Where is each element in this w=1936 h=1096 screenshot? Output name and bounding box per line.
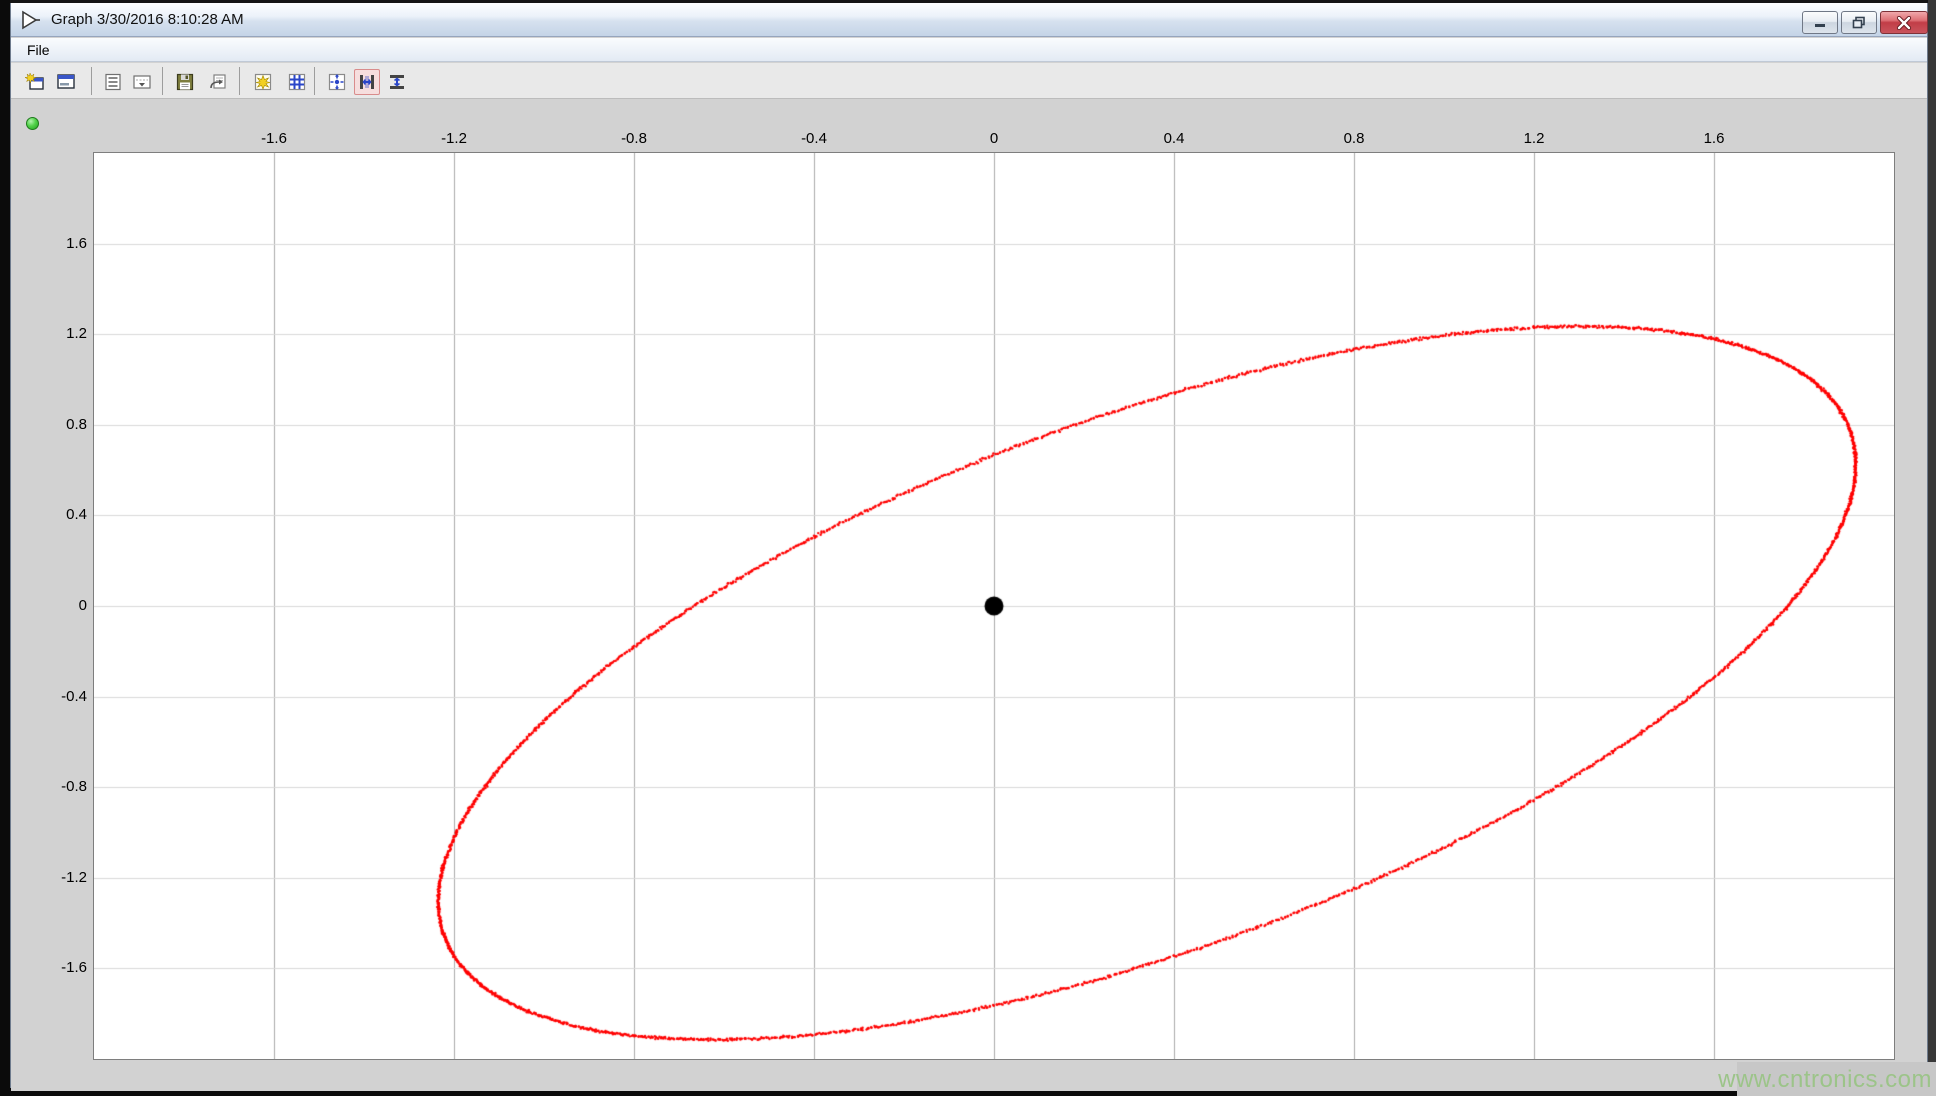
window-title: Graph 3/30/2016 8:10:28 AM — [51, 11, 244, 28]
autoscale-x-button[interactable] — [354, 69, 380, 95]
toolbar-separator — [314, 67, 315, 95]
y-tick-label: -1.6 — [33, 959, 87, 977]
x-tick-label: -1.2 — [422, 130, 486, 148]
menu-bar: File — [11, 38, 1927, 62]
y-tick-label: 0.4 — [33, 506, 87, 524]
x-tick-label: 1.6 — [1682, 130, 1746, 148]
menu-file[interactable]: File — [19, 40, 58, 60]
autoscale-y-button[interactable] — [384, 69, 410, 95]
plot-canvas[interactable] — [94, 153, 1894, 1059]
plot-properties-button[interactable] — [250, 69, 276, 95]
restore-button[interactable] — [1841, 11, 1877, 34]
y-tick-label: -0.8 — [33, 778, 87, 796]
desktop-edge-left — [0, 0, 10, 1096]
toolbar-separator — [91, 67, 92, 95]
y-tick-label: -0.4 — [33, 688, 87, 706]
data-list-button[interactable] — [100, 69, 126, 95]
toolbar — [11, 63, 1927, 99]
title-bar[interactable]: Graph 3/30/2016 8:10:28 AM — [11, 3, 1927, 37]
y-tick-label: 1.2 — [33, 325, 87, 343]
x-tick-label: 0.8 — [1322, 130, 1386, 148]
graph-window: Graph 3/30/2016 8:10:28 AM File — [10, 3, 1928, 1088]
desktop-edge-right — [1928, 0, 1936, 1096]
y-tick-label: 0 — [33, 597, 87, 615]
autoscale-both-button[interactable] — [324, 69, 350, 95]
graph-window-button[interactable] — [53, 69, 79, 95]
x-tick-label: -0.4 — [782, 130, 846, 148]
toolbar-separator — [239, 67, 240, 95]
status-led-icon — [26, 117, 39, 130]
y-tick-label: 1.6 — [33, 235, 87, 253]
x-tick-label: 1.2 — [1502, 130, 1566, 148]
close-button[interactable] — [1880, 11, 1928, 34]
x-tick-label: -1.6 — [242, 130, 306, 148]
watermark-text: www.cntronics.com — [1718, 1066, 1932, 1094]
x-tick-label: 0.4 — [1142, 130, 1206, 148]
x-tick-label: 0 — [962, 130, 1026, 148]
grid-toggle-button[interactable] — [284, 69, 310, 95]
minimize-button[interactable] — [1802, 11, 1838, 34]
plot-area[interactable] — [93, 152, 1895, 1060]
y-tick-label: -1.2 — [33, 869, 87, 887]
cursor-list-button[interactable] — [129, 69, 155, 95]
labview-arrow-icon — [19, 9, 43, 31]
screen: Graph 3/30/2016 8:10:28 AM File — [0, 0, 1936, 1096]
export-data-button[interactable] — [206, 69, 232, 95]
graph-client-area: -1.6 -1.2 -0.8 -0.4 0 0.4 0.8 1.2 1.6 1.6 1.2 0.8 0… — [11, 100, 1927, 1091]
y-tick-label: 0.8 — [33, 416, 87, 434]
x-tick-label: -0.8 — [602, 130, 666, 148]
save-button[interactable] — [172, 69, 198, 95]
watermark-band: www.cntronics.com — [1737, 1062, 1936, 1096]
new-graph-button[interactable] — [22, 69, 48, 95]
toolbar-separator — [162, 67, 163, 95]
